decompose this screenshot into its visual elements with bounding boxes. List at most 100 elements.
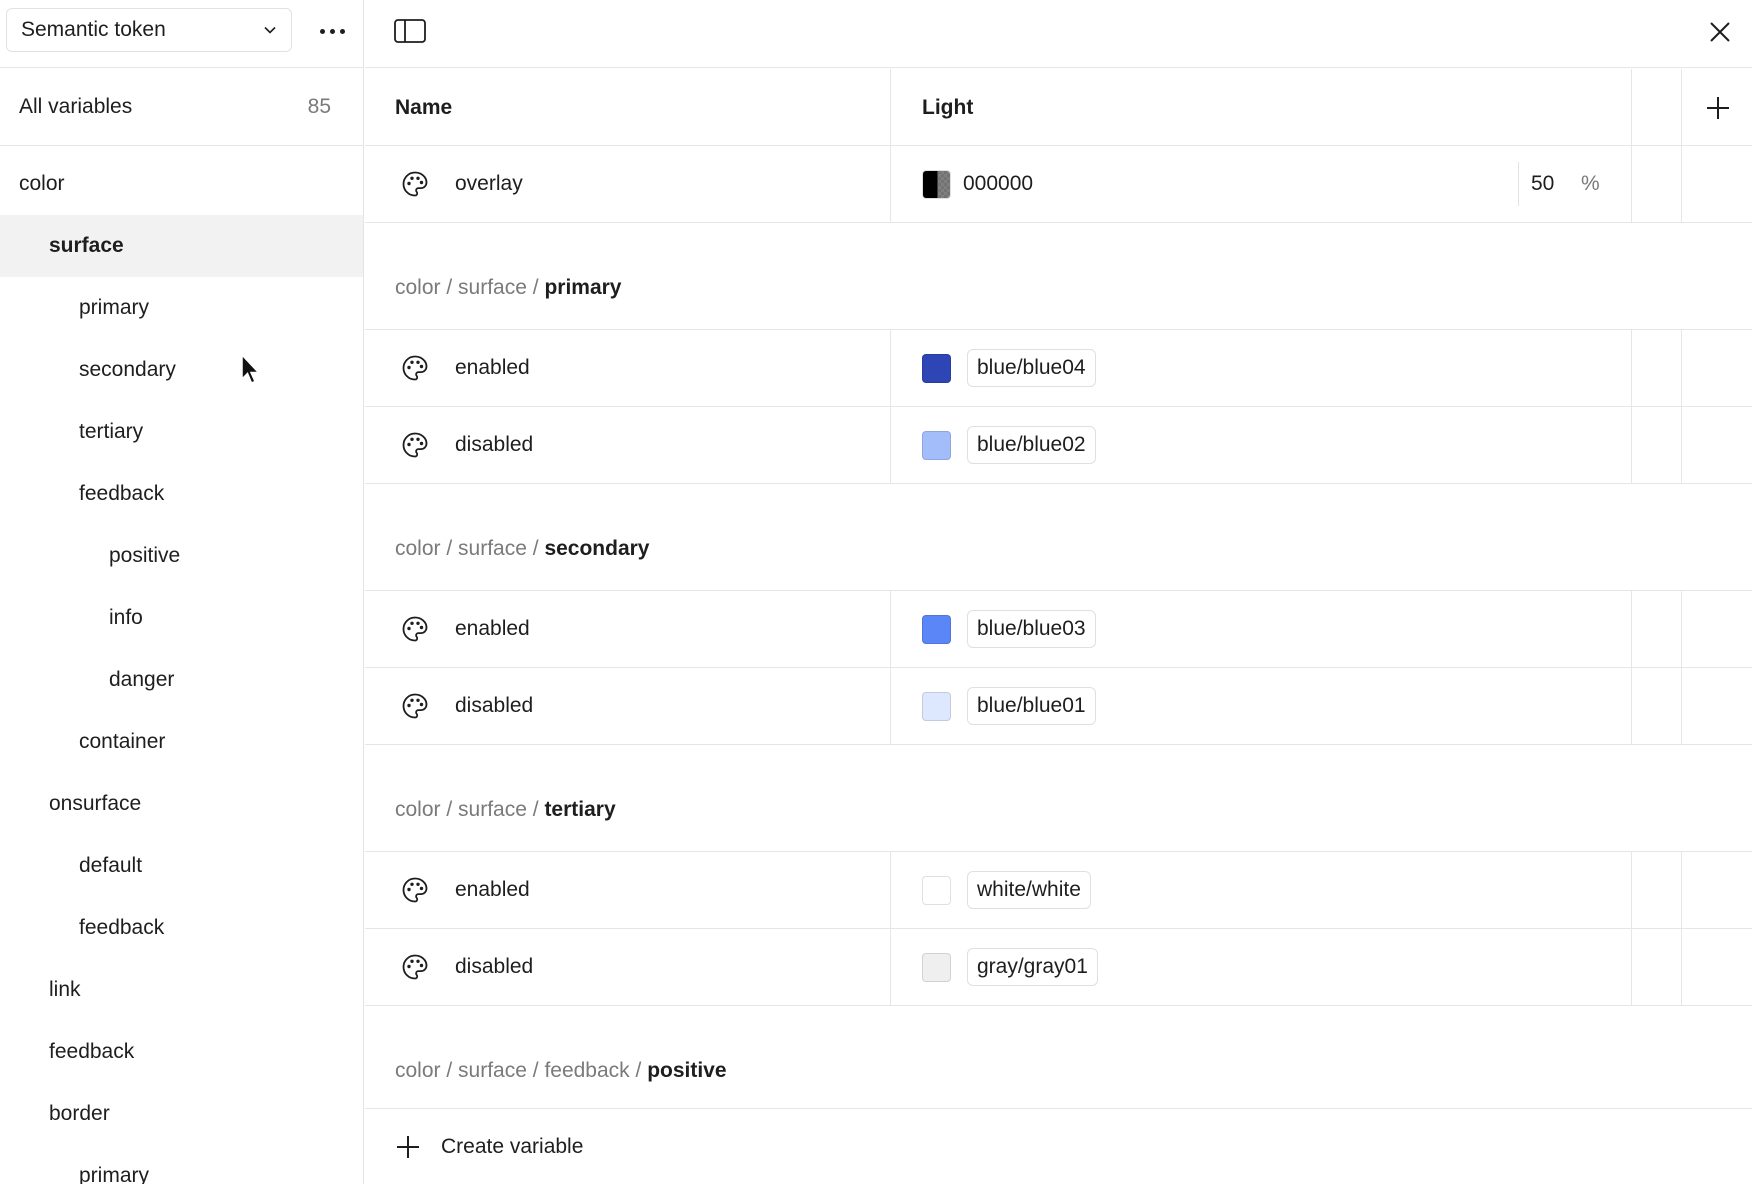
breadcrumb-segment: color	[395, 276, 441, 299]
divider	[365, 222, 1752, 223]
palette-icon	[401, 876, 429, 904]
chevron-down-icon	[263, 23, 277, 37]
tree-item-label: feedback	[79, 482, 165, 505]
tree-item-primary[interactable]: primary	[0, 1145, 363, 1184]
create-variable-button[interactable]: Create variable	[365, 1109, 1752, 1184]
divider	[890, 329, 891, 483]
tree-item-secondary[interactable]: secondary	[0, 339, 363, 401]
collection-select[interactable]: Semantic token	[6, 8, 292, 52]
breadcrumb-segment: color	[395, 537, 441, 560]
tree-item-label: feedback	[49, 1040, 135, 1063]
tree-item-label: positive	[109, 544, 181, 567]
group-breadcrumb: color / surface / secondary	[395, 534, 650, 564]
tree-item-label: container	[79, 730, 166, 753]
tree-item-label: color	[19, 172, 65, 195]
color-swatch[interactable]	[922, 692, 951, 721]
collection-select-label: Semantic token	[21, 18, 166, 41]
breadcrumb-separator: /	[526, 798, 545, 821]
group-breadcrumb: color / surface / feedback / positive	[395, 1056, 727, 1086]
table-row[interactable]: disabled blue/blue02	[365, 407, 1752, 483]
create-variable-label: Create variable	[441, 1134, 584, 1158]
palette-icon	[401, 354, 429, 382]
breadcrumb-segment: surface	[458, 798, 527, 821]
tree-item-link[interactable]: link	[0, 959, 363, 1021]
variable-name[interactable]: enabled	[455, 591, 530, 667]
divider	[1681, 590, 1682, 744]
color-swatch[interactable]	[922, 431, 951, 460]
tree-item-container[interactable]: container	[0, 711, 363, 773]
dot-icon	[319, 28, 325, 34]
column-header-mode[interactable]: Light	[922, 69, 973, 146]
tree-item-label: surface	[49, 234, 124, 257]
divider	[365, 1005, 1752, 1006]
table-row[interactable]: enabled blue/blue03	[365, 591, 1752, 667]
divider	[1631, 329, 1632, 483]
tree-item-border[interactable]: border	[0, 1083, 363, 1145]
more-options-button[interactable]	[310, 12, 354, 50]
breadcrumb-leaf: positive	[647, 1059, 727, 1082]
tree-item-positive[interactable]: positive	[0, 525, 363, 587]
table-row[interactable]: disabled blue/blue01	[365, 668, 1752, 744]
table-row[interactable]: disabled gray/gray01	[365, 929, 1752, 1005]
variable-name[interactable]: overlay	[455, 146, 523, 222]
all-variables-item[interactable]: All variables 85	[0, 69, 363, 146]
table-row[interactable]: overlay 000000 50 %	[365, 146, 1752, 222]
tree-item-feedback[interactable]: feedback	[0, 463, 363, 525]
table-row[interactable]: enabled blue/blue04	[365, 330, 1752, 406]
tree-item-danger[interactable]: danger	[0, 649, 363, 711]
breadcrumb-separator: /	[629, 1059, 648, 1082]
tree-item-surface[interactable]: surface	[0, 215, 363, 277]
plus-icon	[395, 1134, 421, 1160]
all-variables-label: All variables	[19, 95, 133, 118]
alias-pill[interactable]: blue/blue03	[967, 610, 1096, 648]
tree-item-feedback[interactable]: feedback	[0, 1021, 363, 1083]
tree-item-default[interactable]: default	[0, 835, 363, 897]
group-tree: color surface primary secondary tertiary feed…	[0, 153, 363, 1184]
alias-pill[interactable]: gray/gray01	[967, 948, 1098, 986]
variables-table-panel: Name Light overlay 000000 50 % color / s…	[365, 0, 1752, 1184]
breadcrumb-separator: /	[526, 1059, 545, 1082]
breadcrumb-segment: surface	[458, 537, 527, 560]
alias-pill[interactable]: blue/blue02	[967, 426, 1096, 464]
add-mode-button[interactable]	[1703, 93, 1733, 123]
tree-item-label: primary	[79, 1164, 150, 1184]
tree-item-label: link	[49, 978, 81, 1001]
tree-item-feedback[interactable]: feedback	[0, 897, 363, 959]
color-swatch[interactable]	[922, 953, 951, 982]
breadcrumb-separator: /	[440, 1059, 459, 1082]
alias-pill[interactable]: white/white	[967, 871, 1091, 909]
close-icon[interactable]	[1706, 18, 1734, 46]
variable-name[interactable]: enabled	[455, 852, 530, 928]
alias-pill[interactable]: blue/blue01	[967, 687, 1096, 725]
color-swatch[interactable]	[922, 876, 951, 905]
dot-icon	[329, 28, 335, 34]
divider	[1631, 851, 1632, 1005]
breadcrumb-segment: feedback	[544, 1059, 630, 1082]
tree-item-label: primary	[79, 296, 150, 319]
tree-item-color[interactable]: color	[0, 153, 363, 215]
breadcrumb-segment: color	[395, 1059, 441, 1082]
variable-name[interactable]: disabled	[455, 929, 533, 1005]
tree-item-onsurface[interactable]: onsurface	[0, 773, 363, 835]
table-row[interactable]: enabled white/white	[365, 852, 1752, 928]
variables-sidebar: Semantic token All variables 85 color sur…	[0, 0, 364, 1184]
color-swatch[interactable]	[922, 170, 951, 199]
tree-item-info[interactable]: info	[0, 587, 363, 649]
color-swatch[interactable]	[922, 354, 951, 383]
main-toolbar	[365, 0, 1752, 68]
breadcrumb-segment: color	[395, 798, 441, 821]
variable-name[interactable]: disabled	[455, 407, 533, 483]
alias-pill[interactable]: blue/blue04	[967, 349, 1096, 387]
sidebar-toggle-icon[interactable]	[394, 19, 426, 45]
breadcrumb-leaf: tertiary	[544, 798, 616, 821]
tree-item-label: onsurface	[49, 792, 142, 815]
palette-icon	[401, 692, 429, 720]
tree-item-tertiary[interactable]: tertiary	[0, 401, 363, 463]
variable-name[interactable]: disabled	[455, 668, 533, 744]
opacity-value[interactable]: 50	[1531, 146, 1554, 222]
hex-value[interactable]: 000000	[963, 146, 1033, 222]
color-swatch[interactable]	[922, 615, 951, 644]
variable-name[interactable]: enabled	[455, 330, 530, 406]
tree-item-label: border	[49, 1102, 110, 1125]
tree-item-primary[interactable]: primary	[0, 277, 363, 339]
